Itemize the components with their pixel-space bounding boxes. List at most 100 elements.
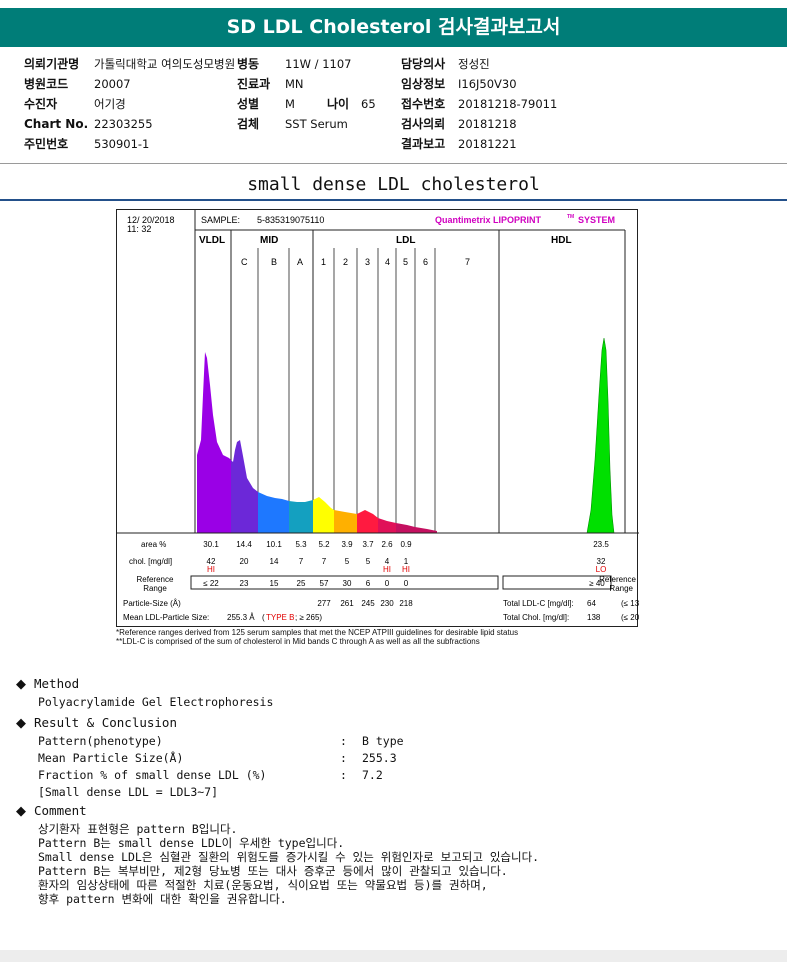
dept-label: 진료과 xyxy=(237,77,271,91)
ref-5: 0 xyxy=(404,579,409,588)
hospital-code-label: 병원코드 xyxy=(24,77,69,91)
ref-label-right-2: Range xyxy=(609,584,633,593)
ward-label: 병동 xyxy=(237,57,260,71)
patient-info-panel: 의뢰기관명 가톨릭대학교 여의도성모병원 병동 11W / 1107 담당의사 … xyxy=(0,52,787,164)
mean-type: TYPE B xyxy=(266,613,294,622)
ref-label-left-1: Reference xyxy=(137,575,174,584)
hdl-peak xyxy=(586,337,615,534)
area-vldl: 30.1 xyxy=(203,540,219,549)
ref-a: 25 xyxy=(297,579,306,588)
area-b: 10.1 xyxy=(266,540,282,549)
result-pattern-label: Pattern(phenotype) xyxy=(38,734,163,748)
patient-label: 수진자 xyxy=(24,97,58,111)
result-heading: ◆ Result & Conclusion xyxy=(16,715,177,731)
result-heading-text: Result & Conclusion xyxy=(34,715,177,730)
particle-values: 277 261 245 230 218 xyxy=(317,599,413,608)
ref-1: 57 xyxy=(320,579,329,588)
lipoprint-chart: 12/ 20/2018 11: 32 SAMPLE: 5-83531907511… xyxy=(116,209,639,627)
particle-5: 218 xyxy=(399,599,413,608)
result-date-value: 20181221 xyxy=(458,137,517,151)
age-label: 나이 xyxy=(327,97,350,111)
area-hdl: 23.5 xyxy=(593,540,609,549)
chart-no-value: 22303255 xyxy=(94,117,153,131)
age-value: 65 xyxy=(361,97,376,111)
particle-4: 230 xyxy=(380,599,394,608)
band-6: 6 xyxy=(423,257,428,267)
method-text: Polyacrylamide Gel Electrophoresis xyxy=(38,695,274,709)
band-2: 2 xyxy=(343,257,348,267)
sample-value: 5-835319075110 xyxy=(257,215,324,225)
comment-line-2: Pattern B는 small dense LDL이 우세한 type입니다. xyxy=(38,836,345,850)
particle-2: 261 xyxy=(340,599,354,608)
mean-ldl-value: 255.3 Å xyxy=(227,613,255,622)
area-2: 3.9 xyxy=(341,540,353,549)
result-fraction-value: 7.2 xyxy=(362,768,383,782)
specimen-value: SST Serum xyxy=(285,117,348,131)
area-3: 3.7 xyxy=(362,540,374,549)
total-ldl-ref: (≤ 130) xyxy=(621,599,639,608)
specimen-label: 검체 xyxy=(237,117,260,131)
receipt-label: 접수번호 xyxy=(401,97,446,111)
area-5: 0.9 xyxy=(400,540,412,549)
area-c: 14.4 xyxy=(236,540,252,549)
diamond-bullet-icon: ◆ xyxy=(16,716,26,731)
chol-values: 42 20 14 7 7 5 5 4 1 32 HI HI HI LO xyxy=(207,557,607,574)
mid-a-peak xyxy=(289,500,313,533)
area-4: 2.6 xyxy=(381,540,393,549)
brand-tm: TM xyxy=(567,214,574,220)
chart-no-label: Chart No. xyxy=(24,117,89,131)
id-label: 주민번호 xyxy=(24,137,69,151)
result-size-value: 255.3 xyxy=(362,751,397,765)
band-5: 5 xyxy=(403,257,408,267)
brand-name: Quantimetrix LIPOPRINT xyxy=(435,215,542,225)
result-fraction-sep: : xyxy=(340,768,347,782)
group-mid: MID xyxy=(260,235,278,246)
chol-c: 20 xyxy=(240,557,249,566)
ldl2-peak xyxy=(334,510,357,533)
result-pattern-sep: : xyxy=(340,734,347,748)
ref-b: 15 xyxy=(270,579,279,588)
comment-line-4: Pattern B는 복부비만, 제2형 당뇨병 또는 대사 증후군 등에서 많… xyxy=(38,864,508,878)
method-heading: ◆ Method xyxy=(16,676,79,692)
group-ldl: LDL xyxy=(396,235,415,246)
ref-label-left-2: Range xyxy=(143,584,167,593)
ldl3-peak xyxy=(357,510,378,533)
patient-value: 어기경 xyxy=(94,97,126,111)
sex-value: M xyxy=(285,97,295,111)
chart-time: 11: 32 xyxy=(127,224,151,234)
ldl5-peak xyxy=(396,523,437,533)
dept-value: MN xyxy=(285,77,304,91)
mid-c-peak xyxy=(231,440,258,533)
doctor-label: 담당의사 xyxy=(401,57,446,71)
clinical-label: 임상정보 xyxy=(401,77,446,91)
ldl4-peak xyxy=(378,518,396,533)
report-title: SD LDL Cholesterol 검사결과보고서 xyxy=(0,8,787,47)
total-chol-value: 138 xyxy=(587,613,601,622)
ref-label-right-1: Reference xyxy=(599,575,636,584)
chol-b: 14 xyxy=(270,557,279,566)
footnote-2: **LDL-C is comprised of the sum of chole… xyxy=(116,637,480,646)
band-a: A xyxy=(297,257,303,267)
area-1: 5.2 xyxy=(318,540,330,549)
chol-a: 7 xyxy=(299,557,304,566)
chol-row-label: chol. [mg/dl] xyxy=(129,557,172,566)
ref-2: 30 xyxy=(343,579,352,588)
result-pattern-value: B type xyxy=(362,734,404,748)
area-a: 5.3 xyxy=(295,540,307,549)
request-date-value: 20181218 xyxy=(458,117,517,131)
band-7: 7 xyxy=(465,257,470,267)
band-3: 3 xyxy=(365,257,370,267)
comment-line-6: 향후 pattern 변화에 대한 확인을 권유합니다. xyxy=(38,892,287,906)
area-values: 30.1 14.4 10.1 5.3 5.2 3.9 3.7 2.6 0.9 2… xyxy=(203,540,609,549)
vldl-peak xyxy=(197,352,231,533)
total-chol-ref: (≤ 200) xyxy=(621,613,639,622)
particle-3: 245 xyxy=(361,599,375,608)
band-1: 1 xyxy=(321,257,326,267)
brand-system: SYSTEM xyxy=(578,215,615,225)
band-4: 4 xyxy=(385,257,390,267)
clinical-value: I16J50V30 xyxy=(458,77,517,91)
bottom-bar xyxy=(0,950,787,962)
ldl1-peak xyxy=(313,497,334,533)
particle-size-label: Particle-Size (Å) xyxy=(123,599,181,608)
result-size-sep: : xyxy=(340,751,347,765)
